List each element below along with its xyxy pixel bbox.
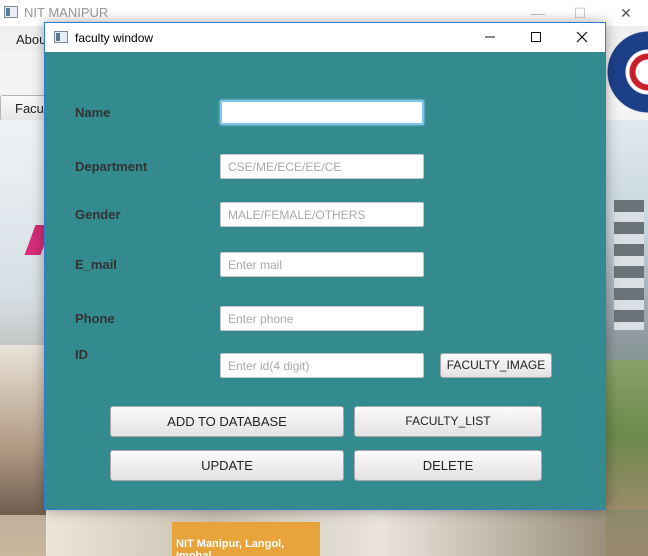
dialog-minimize-icon[interactable] — [467, 23, 513, 52]
email-input[interactable] — [220, 252, 424, 277]
main-maximize-icon[interactable]: ☐ — [566, 3, 594, 23]
gender-label: Gender — [75, 207, 121, 222]
dialog-titlebar: faculty window — [45, 23, 605, 52]
campus-caption: NIT Manipur, Langol, Imphal — [172, 522, 320, 556]
name-input[interactable] — [220, 100, 424, 125]
dialog-window-icon — [54, 31, 68, 43]
department-input[interactable] — [220, 154, 424, 179]
main-window-title: NIT MANIPUR — [24, 5, 109, 20]
faculty-list-button[interactable]: FACULTY_LIST — [354, 406, 542, 437]
campus-building-windows — [614, 200, 644, 330]
app-window-icon — [4, 6, 18, 18]
campus-building-image — [0, 345, 46, 515]
faculty-image-button[interactable]: FACULTY_IMAGE — [440, 353, 552, 378]
name-label: Name — [75, 105, 111, 120]
phone-input[interactable] — [220, 306, 424, 331]
dialog-title: faculty window — [75, 31, 154, 45]
gender-input[interactable] — [220, 202, 424, 227]
delete-button[interactable]: DELETE — [354, 450, 542, 481]
add-to-database-button[interactable]: ADD TO DATABASE — [110, 406, 344, 437]
menu-about[interactable]: Abou — [16, 32, 46, 47]
phone-label: Phone — [75, 311, 115, 326]
main-close-icon[interactable]: ✕ — [612, 3, 640, 23]
id-label: ID — [75, 347, 88, 362]
dialog-close-icon[interactable] — [559, 23, 605, 52]
campus-grounds-image — [606, 360, 648, 510]
campus-image-bottom — [46, 510, 606, 556]
department-label: Department — [75, 159, 148, 174]
id-input[interactable] — [220, 353, 424, 378]
faculty-dialog: faculty window Name Department Gender E_… — [44, 22, 606, 510]
update-button[interactable]: UPDATE — [110, 450, 344, 481]
main-minimize-icon[interactable]: — — [524, 3, 552, 23]
email-label: E_mail — [75, 257, 117, 272]
dialog-maximize-icon[interactable] — [513, 23, 559, 52]
